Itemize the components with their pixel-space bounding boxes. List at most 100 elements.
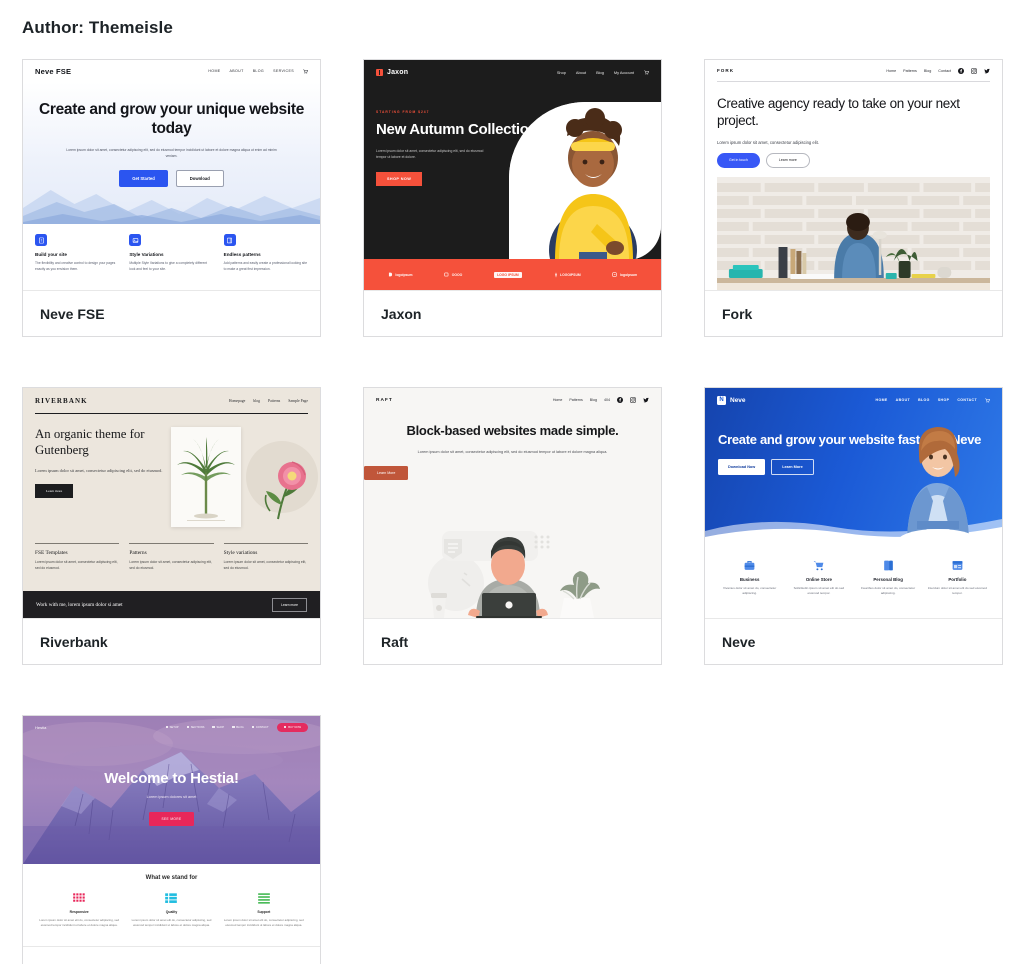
features-row: FSE Templates Lorem ipsum dolor sit amet…	[23, 531, 320, 572]
instagram-icon	[630, 397, 636, 403]
theme-screenshot-riverbank[interactable]: RIVERBANK Homepage blog Patterns Sample …	[23, 388, 320, 619]
site-logo: FORK	[717, 68, 735, 73]
site-logo: N Neve	[717, 395, 746, 405]
image-icon	[129, 234, 142, 246]
theme-card-neve[interactable]: N Neve HOME ABOUT BLOG SHOP CONTACT Crea…	[704, 387, 1003, 665]
feature-text: The flexibility and creative control to …	[35, 261, 116, 271]
nav-link: ABOUT	[895, 398, 911, 402]
features-title: What we stand for	[145, 875, 198, 881]
theme-screenshot-raft[interactable]: RAFT Home Patterns Blog 404 Block-based …	[364, 388, 661, 619]
book-icon	[882, 559, 895, 572]
feature-item: Style variations Lorem ipsum dolor sit a…	[223, 543, 308, 572]
learn-more-button: Learn More	[771, 459, 814, 476]
buy-now-label: BUY NOW	[288, 725, 301, 729]
feature-item: Style Variations Multiple Style Variatio…	[129, 234, 213, 273]
feature-title: Online Store	[805, 577, 832, 582]
nav-links: Homepage blog Patterns Sample Page	[229, 399, 308, 403]
theme-name-hestia[interactable]: Hestia	[23, 947, 320, 964]
nav-link: My Account	[613, 69, 634, 75]
nav-links: Home Patterns Blog 404	[553, 397, 649, 403]
feature-item: Responsive Lorem ipsum dolor sit amet el…	[33, 891, 125, 929]
site-logo: Hestia	[35, 724, 47, 730]
cart-icon	[812, 559, 825, 572]
hero-section: N Neve HOME ABOUT BLOG SHOP CONTACT Crea…	[705, 388, 1002, 545]
feature-item: Online Store Sollicitudin ipsum sit amet…	[784, 559, 853, 597]
feature-text: Multiple Style Variations to give a comp…	[129, 261, 208, 271]
lines-icon	[257, 891, 271, 905]
theme-screenshot-neve-fse[interactable]: Neve FSE HOME ABOUT BLOG SERVICES Create…	[23, 60, 320, 291]
logoipsum-mark-icon	[388, 272, 392, 277]
nav-link: Patterns	[569, 398, 583, 402]
feature-text: Sollicitudin ipsum sit amet elit do sed …	[793, 586, 845, 596]
theme-screenshot-hestia[interactable]: Hestia SETUP SECTIONS SHOP BLOG CONTACT …	[23, 716, 320, 947]
theme-name-fork[interactable]: Fork	[705, 291, 1002, 336]
theme-screenshot-fork[interactable]: FORK Home Patterns Blog Contact Creative	[705, 60, 1002, 291]
feature-text: Lorem ipsum dolor sit amet, consectetur …	[223, 560, 307, 570]
brand-logo-text: logoipsum	[395, 272, 413, 277]
nav-link: SHOP	[937, 398, 950, 402]
facebook-icon	[617, 397, 623, 403]
nav-link: SERVICES	[273, 69, 294, 73]
grid-icon	[72, 891, 86, 905]
list-icon	[164, 891, 178, 905]
feature-item: Portfolio Interdum dolor sit amet elit d…	[923, 559, 992, 597]
nav-link: Shop	[556, 69, 566, 75]
mini-nav: RIVERBANK Homepage blog Patterns Sample …	[23, 388, 320, 413]
theme-screenshot-neve[interactable]: N Neve HOME ABOUT BLOG SHOP CONTACT Crea…	[705, 388, 1002, 619]
nav-link-label: SECTIONS	[190, 725, 205, 729]
feature-title: Build your site	[35, 252, 67, 257]
theme-name-jaxon[interactable]: Jaxon	[364, 291, 661, 336]
feature-text: Interdum dolor sit amet elit do sed eius…	[927, 586, 987, 596]
hero-section: Hestia SETUP SECTIONS SHOP BLOG CONTACT …	[23, 716, 320, 864]
person-laptop-illustration	[428, 531, 600, 618]
feature-title: Style Variations	[129, 252, 164, 257]
theme-name-raft[interactable]: Raft	[364, 619, 661, 664]
mini-nav: Jaxon Shop About Blog My Account	[364, 60, 661, 84]
nav-link: Home	[886, 68, 897, 73]
nav-link: 404	[604, 398, 610, 402]
footer-text: Work with me, lorem ipsum dolor si amet	[36, 601, 123, 608]
learn-more-button: Learn more	[35, 484, 74, 499]
instagram-icon	[971, 67, 977, 74]
see-more-button: SEE MORE	[149, 812, 194, 826]
theme-card-hestia[interactable]: Hestia SETUP SECTIONS SHOP BLOG CONTACT …	[22, 715, 321, 964]
hero-text-column: An organic theme for Gutenberg Lorem ips…	[35, 427, 163, 531]
nav-link-label: SHOP	[216, 725, 225, 729]
theme-card-riverbank[interactable]: RIVERBANK Homepage blog Patterns Sample …	[22, 387, 321, 665]
twitter-icon	[984, 68, 990, 73]
theme-name-neve[interactable]: Neve	[705, 619, 1002, 664]
buy-now-button: BUY NOW	[276, 722, 308, 732]
mountain-illustration	[23, 190, 320, 224]
window-icon	[951, 559, 964, 572]
features-row: Responsive Lorem ipsum dolor sit amet el…	[23, 881, 320, 929]
nav-links: SETUP SECTIONS SHOP BLOG CONTACT BUY NOW	[165, 722, 308, 732]
feature-text: Lorem ipsum dolor sit amet, consectetur …	[129, 560, 212, 570]
theme-card-fork[interactable]: FORK Home Patterns Blog Contact Creative	[704, 59, 1003, 337]
rose-illustration	[264, 461, 306, 520]
feature-item: Build your site The flexibility and crea…	[35, 234, 119, 273]
nav-link: SHOP	[212, 726, 224, 729]
mini-nav: RAFT Home Patterns Blog 404	[364, 388, 661, 412]
feature-text: Vivamus dolor sit amet do, consectetur a…	[723, 586, 777, 596]
feature-item: Business Vivamus dolor sit amet do, cons…	[715, 559, 784, 597]
page-title: Author: Themeisle	[22, 18, 173, 37]
feature-text: Add patterns and easily create a profess…	[223, 261, 308, 271]
theme-name-riverbank[interactable]: Riverbank	[23, 619, 320, 664]
theme-name-neve-fse[interactable]: Neve FSE	[23, 291, 320, 336]
feature-text: Lorem ipsum dolor sit amet elit do, cons…	[39, 918, 120, 928]
cart-icon	[644, 69, 649, 74]
theme-screenshot-jaxon[interactable]: Jaxon Shop About Blog My Account STARTIN…	[364, 60, 661, 291]
hero-headline: Block-based websites made simple.	[406, 423, 619, 438]
brand-logo: LOGO IPSUM	[494, 271, 522, 278]
feature-divider	[223, 543, 308, 544]
jaxon-mark-icon	[376, 68, 383, 76]
hero-content: Welcome to Hestia! Lorem ipsum dolores s…	[23, 738, 320, 826]
brand-logo: LOGOIPSUM	[554, 271, 581, 278]
theme-card-raft[interactable]: RAFT Home Patterns Blog 404 Block-based …	[363, 387, 662, 665]
theme-card-jaxon[interactable]: Jaxon Shop About Blog My Account STARTIN…	[363, 59, 662, 337]
hero-section: An organic theme for Gutenberg Lorem ips…	[23, 414, 320, 531]
feature-title: Portfolio	[948, 577, 967, 582]
feature-item: Endless patterns Add patterns and easily…	[223, 234, 308, 273]
theme-card-neve-fse[interactable]: Neve FSE HOME ABOUT BLOG SERVICES Create…	[22, 59, 321, 337]
features-row: Build your site The flexibility and crea…	[23, 224, 320, 273]
